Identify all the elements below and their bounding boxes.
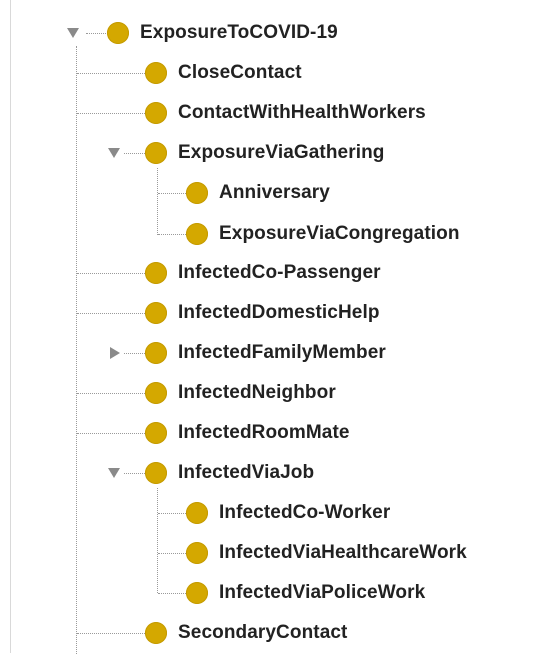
class-circle-icon	[186, 582, 208, 604]
tree-node-infected-via-job[interactable]: InfectedViaJob	[145, 458, 314, 488]
tree-node-label: ExposureToCOVID-19	[140, 22, 338, 43]
tree-connector	[124, 153, 145, 154]
tree-node-infected-family-member[interactable]: InfectedFamilyMember	[145, 338, 386, 368]
tree-node-label: InfectedNeighbor	[178, 382, 336, 403]
tree-connector	[158, 513, 186, 514]
class-circle-icon	[186, 542, 208, 564]
class-hierarchy-tree: ExposureToCOVID-19 CloseContact ContactW…	[0, 0, 538, 654]
tree-connector	[77, 113, 145, 114]
class-circle-icon	[145, 102, 167, 124]
tree-node-infected-via-healthcare-work[interactable]: InfectedViaHealthcareWork	[186, 538, 467, 568]
class-circle-icon	[145, 382, 167, 404]
class-circle-icon	[107, 22, 129, 44]
tree-connector	[158, 593, 186, 594]
tree-node-infected-co-passenger[interactable]: InfectedCo-Passenger	[145, 258, 381, 288]
tree-connector	[158, 234, 186, 235]
tree-node-anniversary[interactable]: Anniversary	[186, 178, 330, 208]
tree-node-close-contact[interactable]: CloseContact	[145, 58, 302, 88]
class-circle-icon	[145, 622, 167, 644]
collapse-toggle-icon[interactable]	[110, 347, 120, 359]
tree-connector	[158, 193, 186, 194]
class-circle-icon	[145, 302, 167, 324]
class-circle-icon	[145, 142, 167, 164]
tree-node-label: SecondaryContact	[178, 622, 348, 643]
tree-node-label: InfectedCo-Passenger	[178, 262, 381, 283]
tree-connector	[158, 553, 186, 554]
tree-node-exposure-via-congregation[interactable]: ExposureViaCongregation	[186, 219, 460, 249]
tree-node-infected-neighbor[interactable]: InfectedNeighbor	[145, 378, 336, 408]
tree-node-contact-with-health-workers[interactable]: ContactWithHealthWorkers	[145, 98, 426, 128]
expand-toggle-icon[interactable]	[108, 148, 120, 158]
tree-node-label: InfectedFamilyMember	[178, 342, 386, 363]
tree-connector	[124, 353, 145, 354]
tree-guide-line-viajob	[157, 488, 158, 593]
tree-node-label: ContactWithHealthWorkers	[178, 102, 426, 123]
tree-node-exposure-via-gathering[interactable]: ExposureViaGathering	[145, 138, 385, 168]
tree-guide-line-root	[76, 46, 77, 654]
tree-connector	[77, 633, 145, 634]
tree-node-label: InfectedViaHealthcareWork	[219, 542, 467, 563]
tree-connector	[86, 33, 108, 34]
tree-node-label: InfectedDomesticHelp	[178, 302, 380, 323]
tree-node-label: InfectedCo-Worker	[219, 502, 391, 523]
tree-node-label: CloseContact	[178, 62, 302, 83]
class-circle-icon	[145, 62, 167, 84]
expand-toggle-icon[interactable]	[67, 28, 79, 38]
tree-node-infected-domestic-help[interactable]: InfectedDomesticHelp	[145, 298, 380, 328]
class-circle-icon	[186, 502, 208, 524]
tree-node-label: InfectedRoomMate	[178, 422, 350, 443]
tree-connector	[77, 73, 145, 74]
tree-node-label: ExposureViaGathering	[178, 142, 385, 163]
class-circle-icon	[145, 462, 167, 484]
tree-node-infected-via-police-work[interactable]: InfectedViaPoliceWork	[186, 578, 425, 608]
tree-connector	[77, 433, 145, 434]
tree-node-infected-co-worker[interactable]: InfectedCo-Worker	[186, 498, 390, 528]
tree-node-label: Anniversary	[219, 182, 330, 203]
class-circle-icon	[145, 262, 167, 284]
expand-toggle-icon[interactable]	[108, 468, 120, 478]
tree-guide-line-gathering	[157, 168, 158, 235]
tree-connector	[77, 313, 145, 314]
tree-node-exposure-to-covid-19[interactable]: ExposureToCOVID-19	[107, 18, 338, 48]
tree-node-label: InfectedViaJob	[178, 462, 315, 483]
tree-node-label: ExposureViaCongregation	[219, 223, 460, 244]
tree-node-label: InfectedViaPoliceWork	[219, 582, 426, 603]
class-circle-icon	[145, 422, 167, 444]
tree-node-infected-room-mate[interactable]: InfectedRoomMate	[145, 418, 350, 448]
tree-connector	[77, 273, 145, 274]
tree-node-secondary-contact[interactable]: SecondaryContact	[145, 618, 347, 648]
tree-connector	[124, 473, 145, 474]
class-circle-icon	[186, 182, 208, 204]
tree-connector	[77, 393, 145, 394]
class-circle-icon	[186, 223, 208, 245]
class-circle-icon	[145, 342, 167, 364]
